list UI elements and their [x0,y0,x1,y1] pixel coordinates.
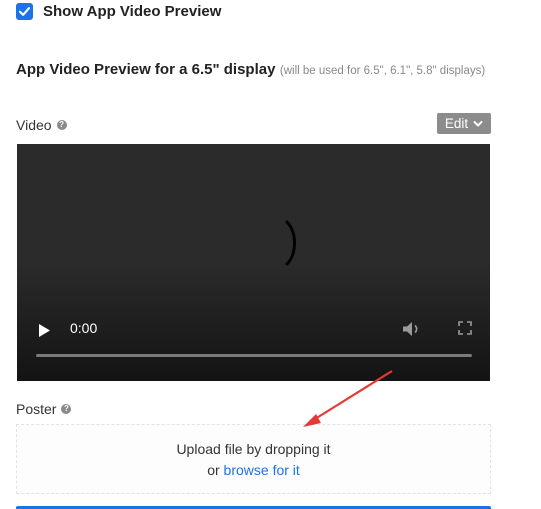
poster-upload-dropzone[interactable]: Upload file by dropping it or browse for… [16,424,491,494]
browse-link[interactable]: browse for it [224,462,300,478]
show-video-preview-label[interactable]: Show App Video Preview [43,3,221,20]
video-field-label: Video ? [16,117,67,133]
help-icon[interactable]: ? [56,120,67,130]
poster-label-text: Poster [16,401,57,417]
section-title: App Video Preview for a 6.5" display [16,61,276,78]
play-icon[interactable] [39,324,51,337]
checkmark-icon [18,6,31,16]
time-display: 0:00 [70,320,98,336]
video-label-text: Video [16,117,52,133]
chevron-down-icon [473,120,483,128]
upload-alternative: or browse for it [17,460,490,481]
edit-button-label: Edit [444,116,469,131]
section-note: (will be used for 6.5", 6.1", 5.8" displ… [279,65,486,77]
upload-or-text: or [207,462,224,478]
show-video-preview-toggle[interactable]: Show App Video Preview [16,0,221,22]
show-video-preview-checkbox[interactable] [16,2,33,20]
help-icon[interactable]: ? [61,404,72,414]
poster-field-label: Poster ? [16,401,72,417]
upload-instruction: Upload file by dropping it [176,441,331,457]
progress-bar[interactable] [36,354,472,357]
fullscreen-icon[interactable] [458,321,472,335]
section-heading: App Video Preview for a 6.5" display (wi… [16,58,486,83]
loading-spinner-icon [285,220,296,266]
app-video-preview-panel: Show App Video Preview App Video Preview… [0,0,541,509]
volume-icon[interactable] [402,321,422,337]
edit-video-button[interactable]: Edit [437,113,491,134]
video-player[interactable]: 0:00 [17,144,490,381]
